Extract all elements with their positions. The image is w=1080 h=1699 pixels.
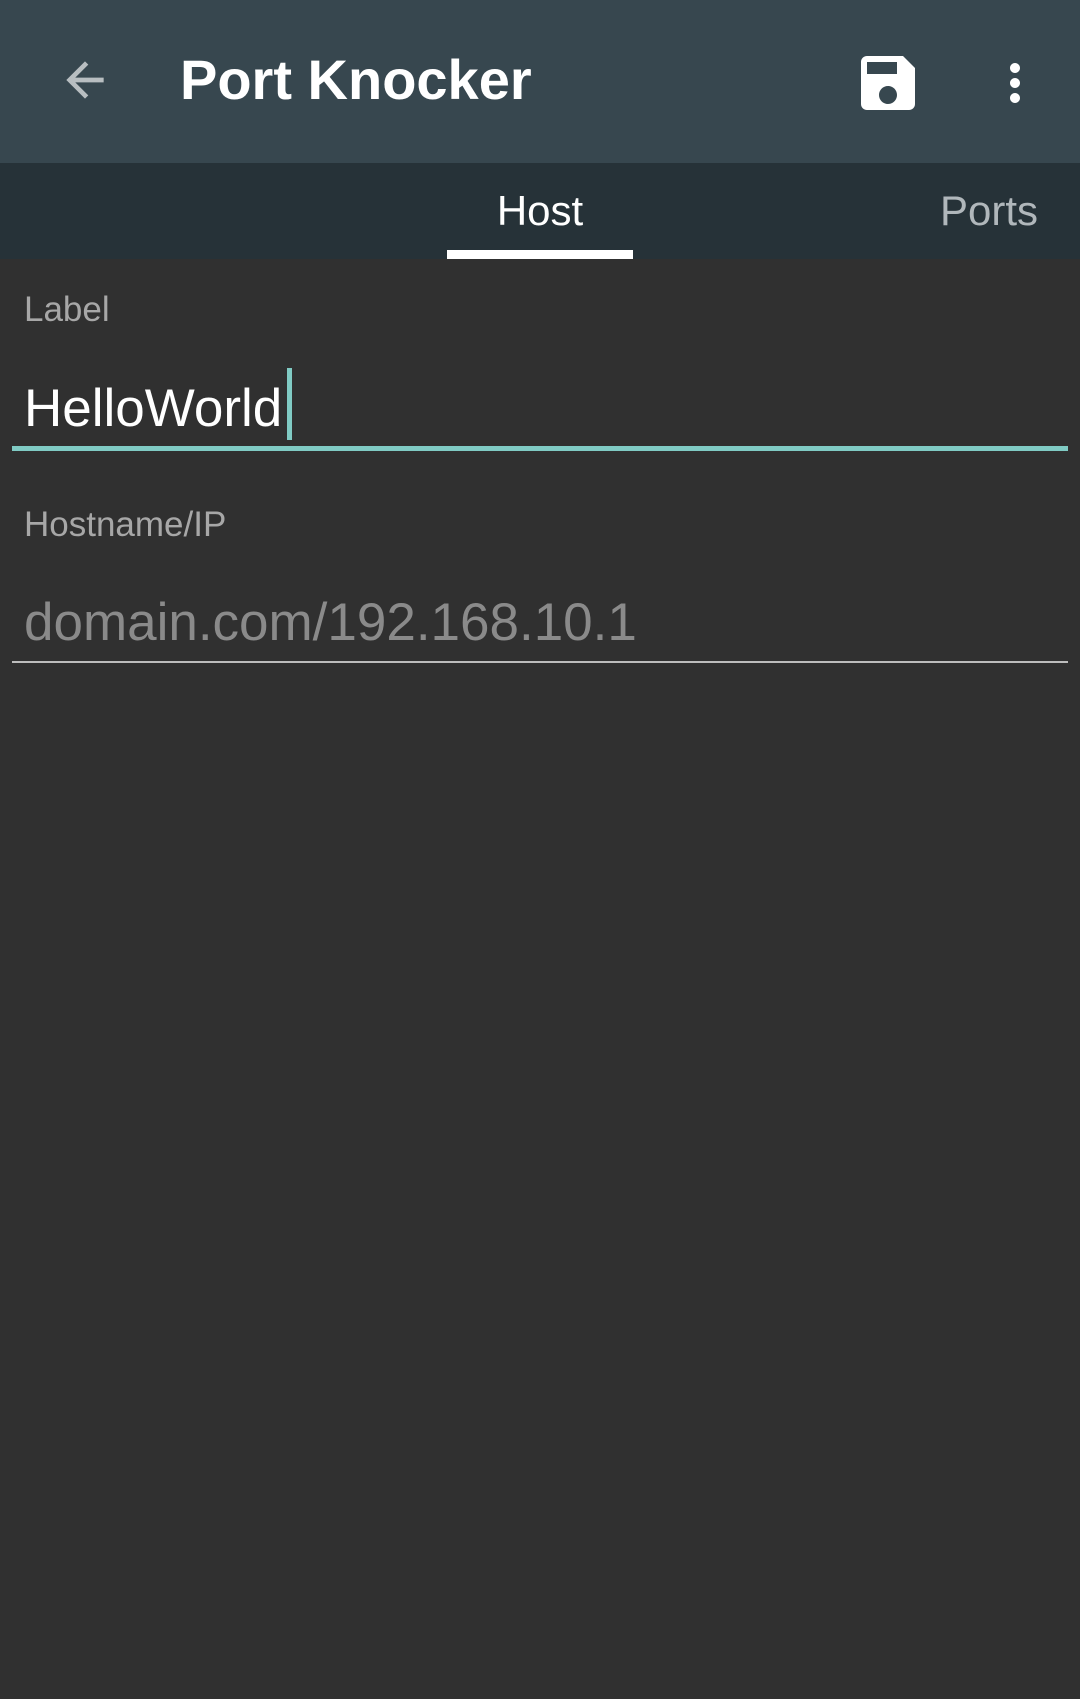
save-icon: [861, 56, 915, 110]
text-cursor: [287, 368, 292, 440]
tab-ports[interactable]: Ports: [940, 163, 1080, 259]
more-vert-icon: [1010, 63, 1020, 103]
tab-host[interactable]: Host: [447, 163, 633, 259]
label-field-caption: Label: [24, 290, 110, 329]
arrow-back-icon: [66, 61, 104, 99]
tab-bar: Host Ports: [0, 163, 1080, 259]
app-bar: Port Knocker: [0, 0, 1080, 163]
page-title: Port Knocker: [180, 48, 532, 111]
label-input-underline: [12, 446, 1068, 451]
save-button[interactable]: [850, 45, 926, 121]
tab-indicator: [447, 250, 633, 259]
more-options-button[interactable]: [980, 45, 1050, 121]
hostname-field-caption: Hostname/IP: [24, 505, 227, 544]
hostname-input-underline: [12, 661, 1068, 663]
hostname-input[interactable]: [12, 586, 1068, 658]
label-input[interactable]: [12, 372, 1068, 444]
back-button[interactable]: [50, 45, 120, 115]
